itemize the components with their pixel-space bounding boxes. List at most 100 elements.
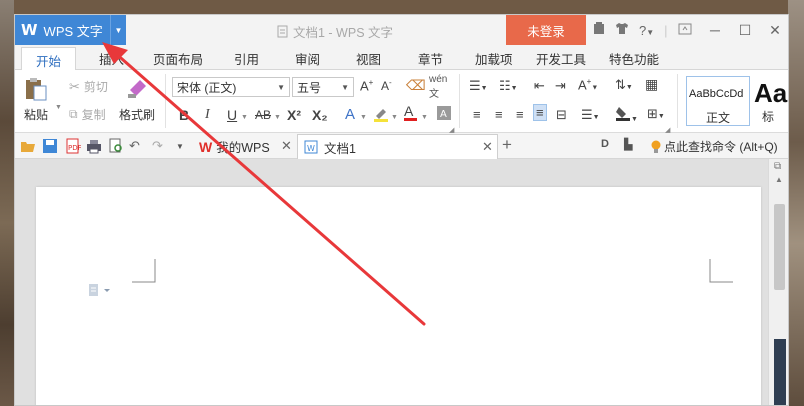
- copy-button[interactable]: ⧉ 复制: [69, 106, 106, 123]
- lightbulb-icon: [651, 140, 661, 153]
- tab-page-layout[interactable]: 页面布局: [153, 49, 203, 68]
- tab-home[interactable]: 开始: [21, 47, 77, 71]
- close-tab-document1-icon[interactable]: ✕: [482, 139, 493, 155]
- tab-addins[interactable]: 加载项: [475, 49, 513, 68]
- font-size-select[interactable]: 五号 ▼: [292, 77, 354, 97]
- superscript-button[interactable]: X²: [287, 107, 301, 123]
- style-normal[interactable]: AaBbCcDd 正文: [686, 76, 750, 126]
- align-right-icon[interactable]: ≡: [516, 107, 524, 122]
- scroll-up-icon[interactable]: ▲: [775, 175, 783, 184]
- subscript-button[interactable]: X₂: [312, 107, 328, 123]
- italic-button[interactable]: I: [205, 107, 210, 123]
- text-effect-icon[interactable]: A: [345, 106, 355, 123]
- distribute-icon[interactable]: ⊟: [556, 107, 567, 123]
- char-scale-icon[interactable]: A+▼: [578, 77, 598, 92]
- increase-indent-icon[interactable]: ⇥: [555, 78, 566, 94]
- save-icon[interactable]: [42, 138, 58, 154]
- underline-dropdown-icon[interactable]: ▼: [241, 114, 248, 121]
- help-button[interactable]: ?▼: [639, 23, 654, 38]
- word-doc-icon: W: [304, 140, 318, 154]
- bullets-icon[interactable]: ☰▼: [469, 78, 488, 94]
- scissors-icon: ✂: [69, 78, 80, 94]
- document-icon: [277, 25, 288, 38]
- decrease-indent-icon[interactable]: ⇤: [534, 78, 545, 94]
- cut-button[interactable]: ✂ 剪切: [69, 78, 108, 95]
- paste-dropdown-icon[interactable]: ▼: [55, 104, 62, 111]
- shrink-font-icon[interactable]: A-: [381, 78, 392, 93]
- borders-icon[interactable]: ⊞▼: [647, 106, 665, 122]
- scrollbar-thumb[interactable]: [774, 204, 785, 290]
- export-pdf-icon[interactable]: PDF: [65, 138, 81, 154]
- font-color-dropdown-icon[interactable]: ▼: [421, 114, 428, 121]
- numbering-icon[interactable]: ☷▼: [499, 78, 518, 94]
- open-folder-icon[interactable]: [20, 138, 36, 154]
- font-name-select[interactable]: 宋体 (正文) ▼: [172, 77, 290, 97]
- tab-chapter[interactable]: 章节: [418, 49, 443, 68]
- tab-list-icon[interactable]: D: [601, 138, 609, 150]
- tab-menu-icon[interactable]: ▙: [624, 138, 632, 151]
- new-tab-icon[interactable]: +: [502, 135, 512, 155]
- clear-format-icon[interactable]: ⌫: [406, 77, 426, 94]
- format-painter-button[interactable]: 格式刷: [119, 76, 155, 123]
- chevron-down-icon: ▼: [341, 82, 349, 92]
- tab-view[interactable]: 视图: [356, 49, 381, 68]
- skin-icon[interactable]: [593, 22, 605, 38]
- align-center-icon[interactable]: ≡: [495, 107, 503, 122]
- ribbon-separator: [677, 74, 678, 128]
- paste-options-icon[interactable]: [88, 283, 114, 297]
- highlight-dropdown-icon[interactable]: ▼: [391, 114, 398, 121]
- app-name: WPS 文字: [43, 23, 103, 39]
- bold-button[interactable]: B: [179, 107, 189, 123]
- highlight-icon[interactable]: [373, 106, 389, 125]
- style-heading[interactable]: Aa 标: [752, 76, 788, 126]
- doc-tab-my-wps[interactable]: W 我的WPS ✕: [195, 134, 295, 159]
- paste-button[interactable]: 粘贴: [23, 76, 49, 123]
- strike-dropdown-icon[interactable]: ▼: [274, 114, 281, 121]
- toolbar-separator: |: [664, 22, 668, 38]
- window-title-text: 文档1 - WPS 文字: [293, 26, 394, 40]
- undo-icon[interactable]: ↶: [129, 138, 145, 154]
- doc-tab-document1[interactable]: W 文档1 ✕: [297, 134, 498, 159]
- document-page[interactable]: [36, 187, 761, 405]
- justify-icon[interactable]: ≡: [533, 104, 547, 121]
- text-effect-dropdown-icon[interactable]: ▼: [360, 114, 367, 121]
- pinyin-button[interactable]: wén 文: [429, 74, 447, 100]
- tab-developer[interactable]: 开发工具: [536, 49, 586, 68]
- table-icon[interactable]: ▦: [645, 76, 658, 93]
- minimize-icon[interactable]: ─: [700, 22, 730, 38]
- tab-insert[interactable]: 插入: [99, 49, 124, 68]
- font-color-button[interactable]: A: [404, 104, 417, 121]
- grow-font-icon[interactable]: A+: [360, 78, 373, 93]
- shirt-icon[interactable]: [615, 22, 629, 38]
- app-menu-dropdown-icon[interactable]: ▼: [110, 15, 126, 45]
- tab-references[interactable]: 引用: [234, 49, 259, 68]
- login-button[interactable]: 未登录: [506, 15, 586, 45]
- print-icon[interactable]: [86, 138, 102, 154]
- line-spacing-icon[interactable]: ☰▼: [581, 107, 600, 123]
- char-shading-icon[interactable]: A: [437, 106, 451, 123]
- maximize-icon[interactable]: ☐: [730, 22, 760, 39]
- sort-icon[interactable]: ⇅▼: [615, 77, 633, 93]
- quick-access-bar: PDF ↶ ↷ ▼ W 我的WPS ✕ W 文档1 ✕ + D ▙ 点此查找命令…: [15, 133, 788, 159]
- app-menu-button[interactable]: W WPS 文字 ▼: [15, 15, 126, 45]
- strikethrough-button[interactable]: AB: [255, 108, 271, 122]
- fullscreen-icon[interactable]: [678, 23, 692, 38]
- customize-qat-icon[interactable]: ▼: [176, 142, 192, 158]
- margin-mark-top-left: [132, 259, 156, 283]
- ribbon-separator: [165, 74, 166, 128]
- find-command-box[interactable]: 点此查找命令 (Alt+Q): [651, 138, 778, 155]
- close-icon[interactable]: ✕: [760, 22, 788, 39]
- copy-icon: ⧉: [69, 107, 78, 121]
- ruler-toggle-icon[interactable]: ⧉: [774, 161, 781, 172]
- vertical-scrollbar[interactable]: ⧉ ▲: [768, 159, 788, 405]
- ribbon-separator: [459, 74, 460, 128]
- print-preview-icon[interactable]: [108, 138, 124, 154]
- align-left-icon[interactable]: ≡: [473, 107, 481, 122]
- underline-button[interactable]: U: [227, 107, 237, 123]
- tab-review[interactable]: 审阅: [295, 49, 320, 68]
- close-tab-my-wps-icon[interactable]: ✕: [281, 138, 292, 154]
- tab-special[interactable]: 特色功能: [609, 49, 659, 68]
- redo-icon[interactable]: ↷: [152, 138, 168, 154]
- shading-icon[interactable]: ▼: [615, 105, 638, 124]
- wps-window: W WPS 文字 ▼ 文档1 - WPS 文字 未登录 ?▼ | ─ ☐ ✕ 开…: [14, 14, 789, 406]
